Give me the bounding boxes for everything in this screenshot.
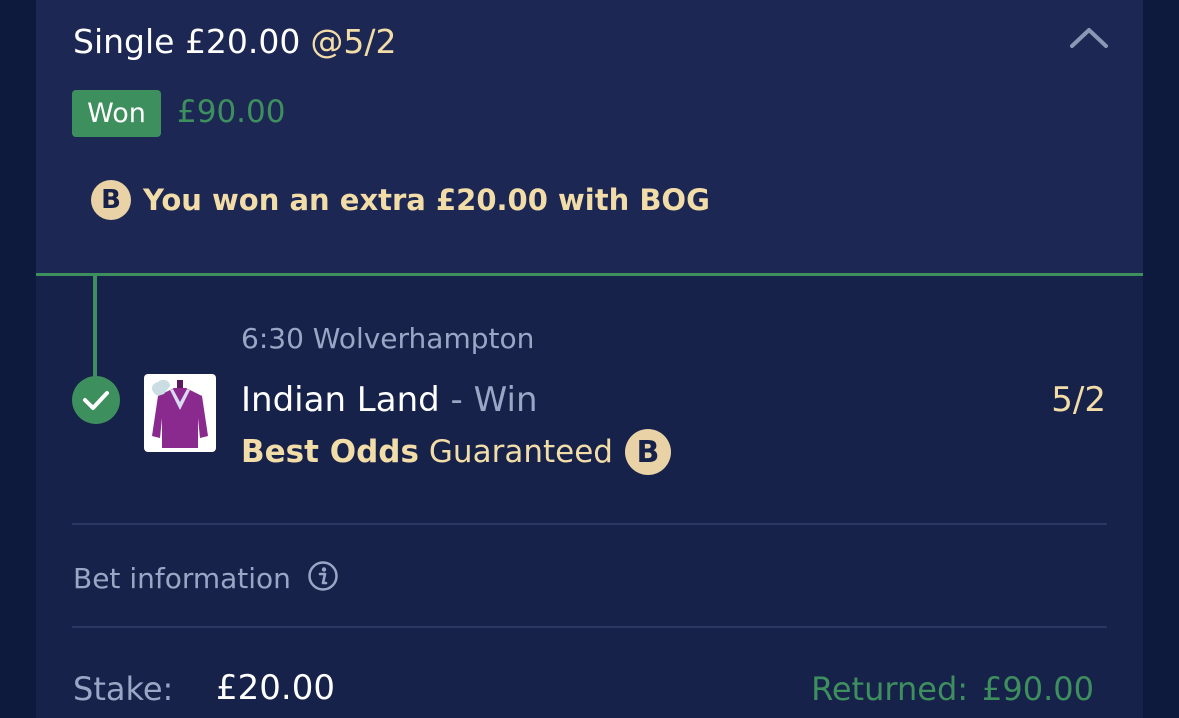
bet-title: Single £20.00 @5/2 [73, 22, 397, 61]
won-amount: £90.00 [177, 94, 286, 130]
event-time-venue: 6:30 Wolverhampton [241, 322, 535, 355]
bog-message-text: You won an extra £20.00 with BOG [143, 183, 710, 217]
bog-normal-text: Guaranteed [428, 434, 613, 470]
leg-connector-line [93, 276, 97, 382]
stake-label: Stake: [73, 670, 174, 708]
bet-information-label: Bet information [73, 561, 291, 595]
bog-badge-icon: B [91, 180, 131, 220]
best-odds-guaranteed: Best Odds Guaranteed B [241, 428, 671, 476]
info-icon[interactable] [307, 560, 339, 596]
bet-odds: @5/2 [310, 22, 397, 61]
selection-price: 5/2 [1051, 380, 1106, 420]
bog-badge-icon: B [624, 429, 671, 475]
runner-name: Indian Land [241, 380, 440, 420]
divider [72, 523, 1107, 525]
jockey-silks-icon [144, 374, 216, 452]
market-name: Win [473, 380, 538, 420]
returned-value: £90.00 [982, 670, 1094, 708]
chevron-up-icon [1070, 28, 1108, 48]
divider [72, 626, 1107, 628]
silks-graphic [152, 379, 208, 448]
bet-information-link[interactable]: Bet information [73, 560, 339, 596]
selection-separator: - [450, 380, 463, 420]
stake-value: £20.00 [216, 668, 335, 708]
check-icon [83, 391, 109, 410]
bog-bold-text: Best Odds [241, 434, 419, 470]
bet-type-label: Single £20.00 [73, 22, 301, 61]
settled-check-icon [72, 376, 120, 424]
selection-line: Indian Land - Win [241, 380, 538, 420]
header-divider [36, 273, 1143, 276]
returned-label: Returned: [811, 670, 969, 708]
status-badge: Won [72, 90, 161, 137]
collapse-button[interactable] [1069, 22, 1109, 52]
bog-extra-message: B You won an extra £20.00 with BOG [91, 178, 710, 222]
returned-amount: Returned: £90.00 [811, 670, 1094, 708]
